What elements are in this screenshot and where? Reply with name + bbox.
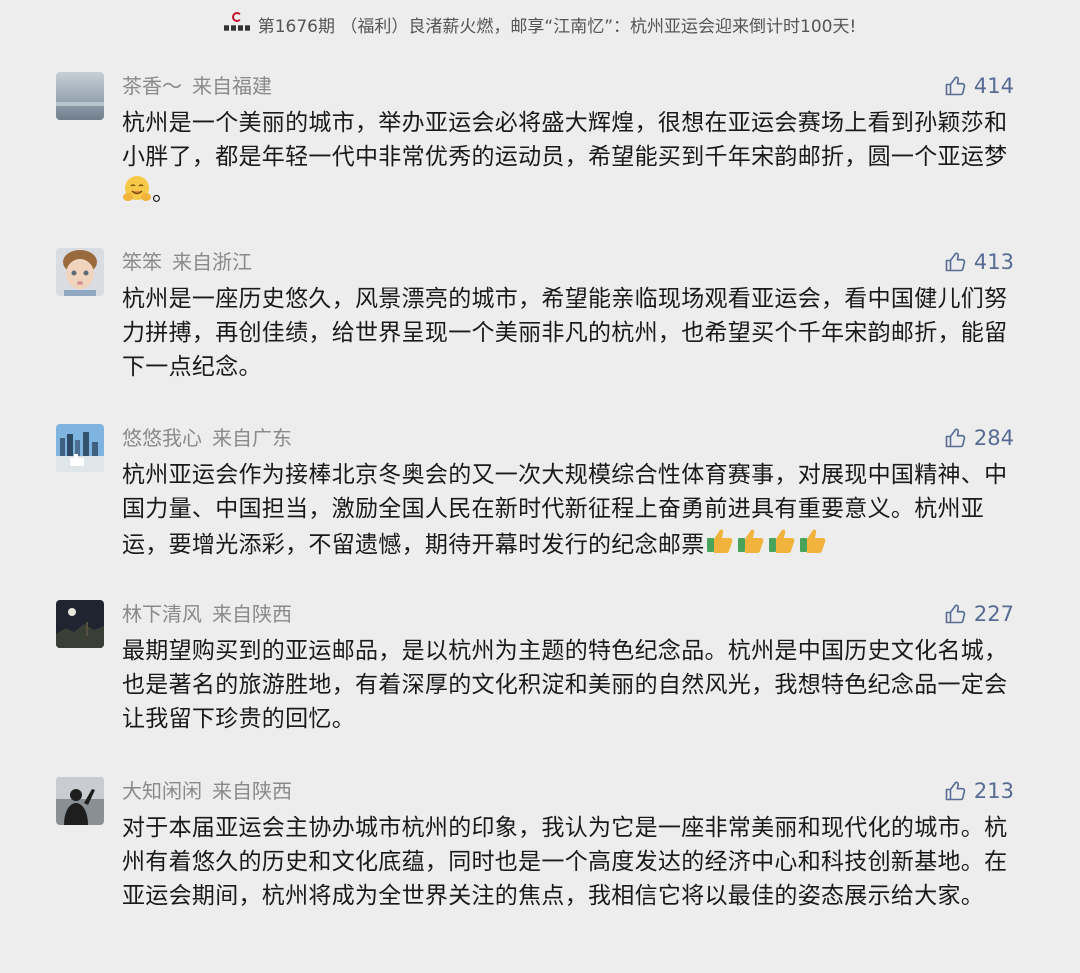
smiling-face-with-hands-icon	[122, 174, 152, 214]
commenter-name[interactable]: 笨笨	[122, 250, 162, 274]
comment-meta: 茶香～ 来自福建	[122, 72, 272, 100]
commenter-location: 来自陕西	[212, 779, 292, 803]
avatar[interactable]	[56, 248, 104, 296]
comment-meta: 大知闲闲 来自陕西	[122, 777, 292, 805]
commenter-location: 来自广东	[212, 426, 292, 450]
comment-text: 最期望购买到的亚运邮品，是以杭州为主题的特色纪念品。杭州是中国历史文化名城，也是…	[122, 638, 1008, 732]
like-count: 227	[973, 602, 1014, 626]
like-count: 413	[973, 250, 1014, 274]
comment-meta: 林下清风 来自陕西	[122, 600, 292, 628]
like-count: 284	[973, 426, 1014, 450]
commenter-location: 来自福建	[192, 74, 272, 98]
comment-item: 大知闲闲 来自陕西 213 对于本届亚运会主协办城市杭州的印象，我认为它是一座非常…	[56, 777, 1026, 947]
comment-meta: 悠悠我心 来自广东	[122, 424, 292, 452]
comment-item: 茶香～ 来自福建 414 杭州是一个美丽的城市，举办亚运会必将盛大辉煌，很想在亚运…	[56, 72, 1026, 206]
thumbs-up-outline-icon	[945, 252, 966, 272]
article-title: 第1676期 （福利）良渚薪火燃，邮享“江南忆”：杭州亚运会迎来倒计时100天!	[257, 16, 857, 37]
comment-item: 悠悠我心 来自广东 284 杭州亚运会作为接棒北京冬奥会的又一次大规模综合性体育赛…	[56, 424, 1026, 558]
like-count: 414	[973, 74, 1014, 98]
avatar[interactable]	[56, 777, 104, 825]
commenter-location: 来自陕西	[212, 602, 292, 626]
like-button[interactable]: 213	[944, 777, 1014, 805]
comment-item: 林下清风 来自陕西 227 最期望购买到的亚运邮品，是以杭州为主题的特色纪念品。杭…	[56, 600, 1026, 732]
comment-text: 杭州是一座历史悠久，风景漂亮的城市，希望能亲临现场观看亚运会，看中国健儿们努力拼…	[122, 286, 1008, 380]
article-header[interactable]: 第1676期 （福利）良渚薪火燃，邮享“江南忆”：杭州亚运会迎来倒计时100天!	[0, 0, 1080, 48]
thumbs-up-outline-icon	[945, 76, 966, 96]
thumbs-up-outline-icon	[945, 604, 966, 624]
comment-text: 杭州亚运会作为接棒北京冬奥会的又一次大规模综合性体育赛事，对展现中国精神、中国力…	[122, 458, 1017, 566]
commenter-name[interactable]: 悠悠我心	[122, 426, 202, 450]
commenter-name[interactable]: 林下清风	[122, 602, 202, 626]
avatar[interactable]	[56, 424, 104, 472]
thumbs-up-outline-icon	[945, 428, 966, 448]
like-button[interactable]: 414	[944, 72, 1014, 100]
thumbs-up-emoji-x4	[705, 526, 829, 566]
commenter-location: 来自浙江	[172, 250, 252, 274]
comment-meta: 笨笨 来自浙江	[122, 248, 252, 276]
publisher-logo	[223, 11, 250, 37]
like-count: 213	[973, 779, 1014, 803]
commenter-name[interactable]: 大知闲闲	[122, 779, 202, 803]
thumbs-up-outline-icon	[945, 781, 966, 801]
like-button[interactable]: 413	[944, 248, 1014, 276]
commenter-name[interactable]: 茶香～	[122, 74, 182, 98]
like-button[interactable]: 227	[944, 600, 1014, 628]
comment-text: 杭州是一个美丽的城市，举办亚运会必将盛大辉煌，很想在亚运会赛场上看到孙颖莎和小胖…	[122, 106, 1017, 214]
avatar[interactable]	[56, 600, 104, 648]
like-button[interactable]: 284	[944, 424, 1014, 452]
comment-text: 对于本届亚运会主协办城市杭州的印象，我认为它是一座非常美丽和现代化的城市。杭州有…	[122, 815, 1008, 909]
comment-item: 笨笨 来自浙江 413 杭州是一座历史悠久，风景漂亮的城市，希望能亲临现场观看亚运…	[56, 248, 1026, 380]
avatar[interactable]	[56, 72, 104, 120]
